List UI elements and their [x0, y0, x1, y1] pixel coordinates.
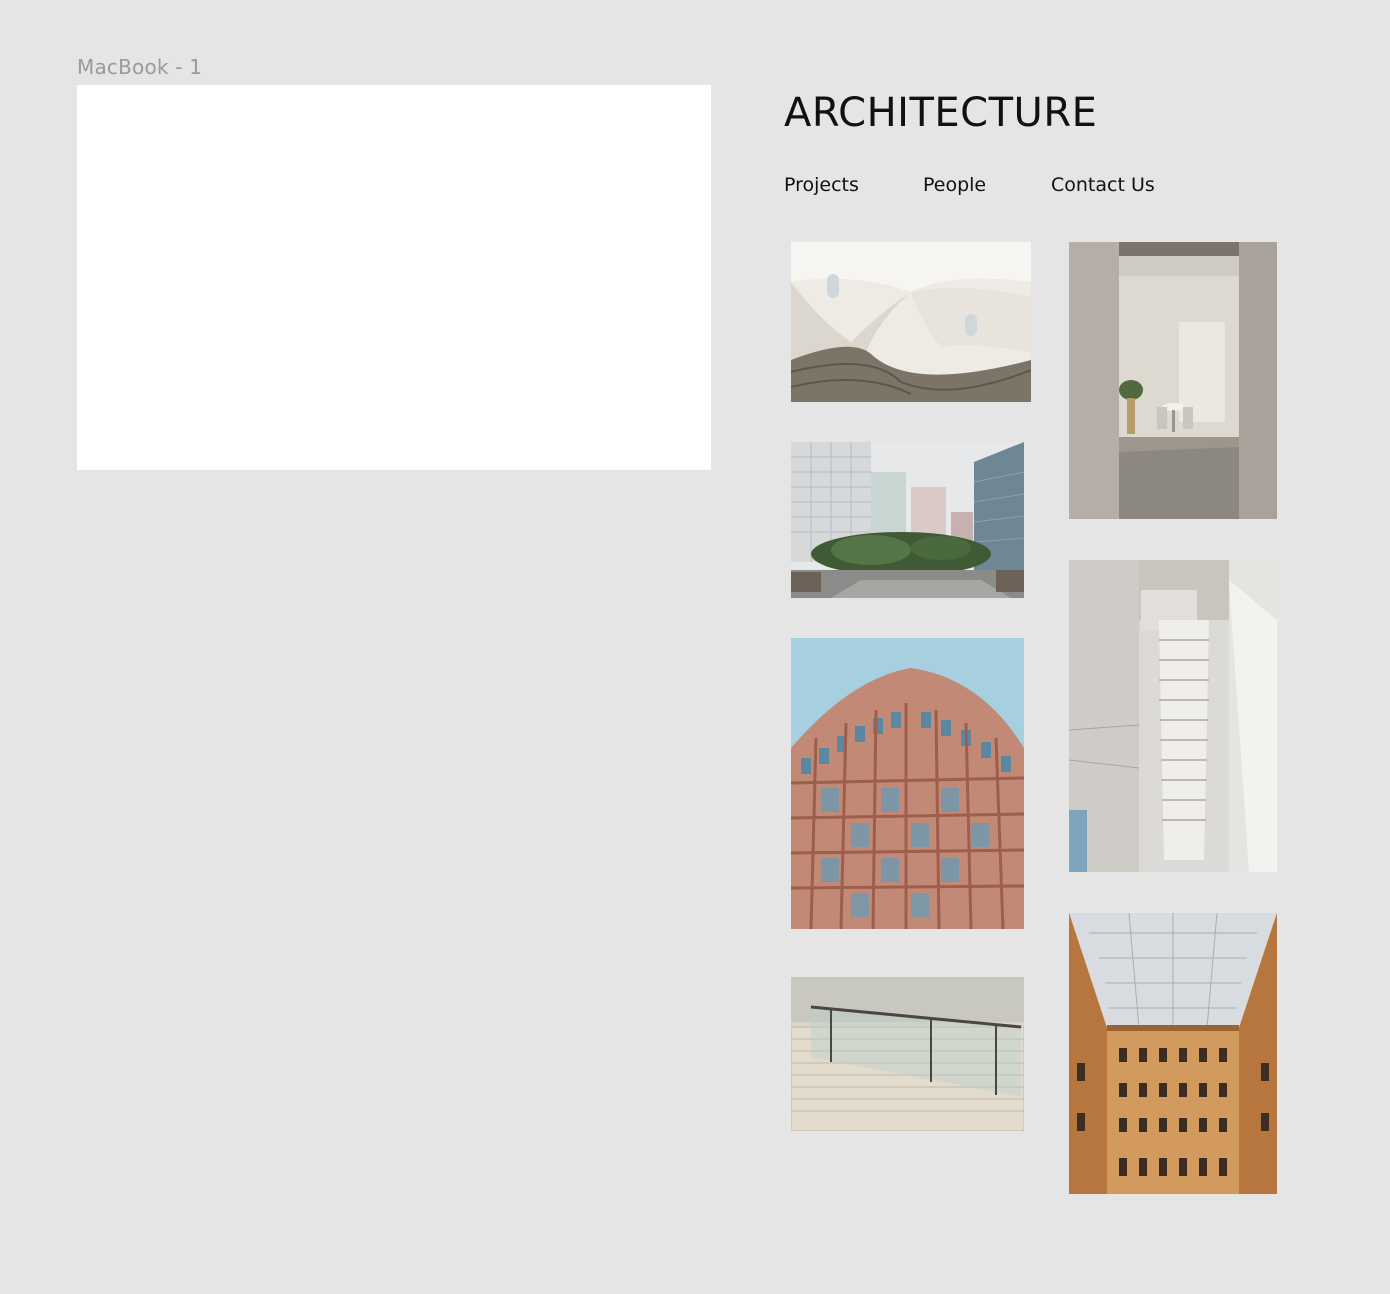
- gallery-image-atrium[interactable]: [1069, 560, 1277, 872]
- gallery-image-doorway-room[interactable]: [1069, 242, 1277, 519]
- artboard[interactable]: [77, 85, 711, 470]
- gallery-image-towers-garden[interactable]: [791, 442, 1024, 598]
- gallery-image-brick-facade[interactable]: [791, 638, 1024, 929]
- gallery-image-tower-interior[interactable]: [791, 242, 1031, 402]
- site-title: ARCHITECTURE: [784, 90, 1098, 136]
- gallery-image-courtyard-skylight[interactable]: [1069, 913, 1277, 1194]
- nav-link-projects[interactable]: Projects: [784, 174, 859, 196]
- nav-link-contact[interactable]: Contact Us: [1051, 174, 1155, 196]
- frame-label: MacBook - 1: [77, 55, 203, 79]
- gallery-image-staircase[interactable]: [791, 977, 1024, 1131]
- nav-link-people[interactable]: People: [923, 174, 986, 196]
